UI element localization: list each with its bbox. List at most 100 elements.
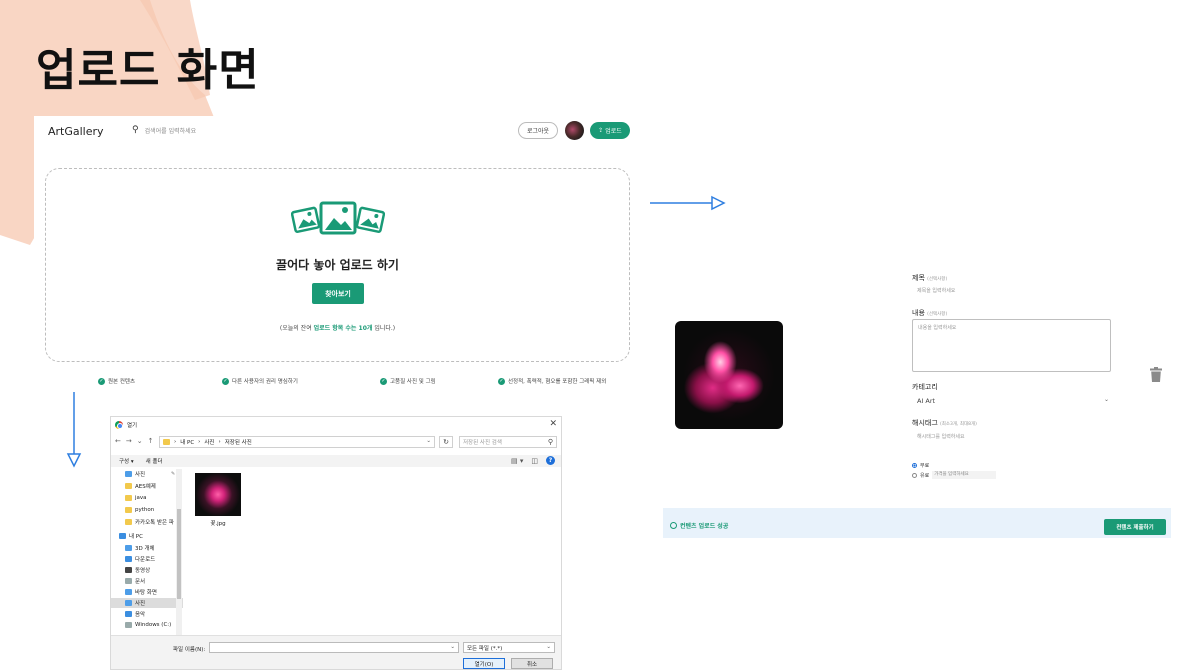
tree-item-label: java — [135, 495, 147, 501]
guideline-list: ✓ 원본 컨텐츠 ✓ 다른 사용자의 권리 명심하기 ✓ 고품질 사진 및 그림 ✓ 선… — [98, 377, 638, 387]
browse-button[interactable]: 찾아보기 — [312, 283, 364, 304]
dialog-titlebar: 열기 — [115, 421, 137, 429]
radio-free[interactable]: 무료 — [912, 462, 929, 469]
cube-icon — [125, 545, 132, 551]
images-icon — [291, 201, 385, 235]
drive-icon — [125, 622, 132, 628]
hashtag-input[interactable]: 해시태그를 입력하세요 — [917, 433, 965, 440]
optional-tag: (선택사항) — [927, 277, 948, 282]
tree-item[interactable]: python — [125, 505, 197, 515]
chevron-down-icon[interactable]: ⌄ — [450, 644, 455, 650]
drop-zone[interactable]: 끌어다 놓아 업로드 하기 찾아보기 (오늘의 잔여 업로드 항목 수는 10개… — [45, 168, 630, 362]
chevron-down-icon[interactable]: ⌄ — [137, 437, 143, 445]
cancel-button[interactable]: 취소 — [511, 658, 553, 669]
video-icon — [125, 567, 132, 573]
search-placeholder: 검색어를 입력하세요 — [144, 127, 197, 135]
category-label: 카테고리 — [912, 383, 938, 391]
chrome-icon — [115, 421, 123, 429]
new-folder-button[interactable]: 새 폴더 — [146, 457, 163, 465]
category-select[interactable]: AI Art — [917, 397, 935, 405]
chevron-down-icon[interactable]: ⌄ — [1104, 396, 1109, 403]
tree-item-label: 동영상 — [135, 568, 151, 574]
close-icon[interactable]: ✕ — [549, 419, 557, 429]
uploaded-image-preview — [675, 321, 783, 429]
price-input[interactable]: 가격을 입력하세요 — [932, 471, 997, 479]
tree-item-label: Windows (C:) — [135, 622, 172, 628]
view-icon[interactable]: ▤ ▾ — [511, 457, 523, 465]
tree-item[interactable]: 카카오톡 받은 파 — [125, 517, 197, 527]
trash-icon[interactable] — [1150, 367, 1162, 382]
tree-item-label: 사진 — [135, 472, 146, 478]
hashtag-hint: (최소3개, 최대8개) — [940, 422, 977, 427]
radio-free-label: 무료 — [920, 463, 930, 469]
chevron-down-icon[interactable]: ⌄ — [426, 438, 431, 444]
filename-input[interactable]: ⌄ — [209, 642, 459, 653]
tree-item-label: 내 PC — [129, 534, 143, 540]
tree-item-label: 바탕 화면 — [135, 590, 157, 596]
tree-item[interactable]: 3D 개체 — [125, 543, 197, 553]
breadcrumb-item[interactable]: 저장된 사진 — [225, 438, 252, 446]
desktop-icon — [125, 589, 132, 595]
submit-content-button[interactable]: 컨텐츠 제출하기 — [1104, 519, 1166, 535]
tree-scrollbar-thumb[interactable] — [177, 509, 181, 599]
upload-status: 컨텐츠 업로드 성공 — [670, 521, 728, 530]
search-bar[interactable]: ⚲ 검색어를 입력하세요 — [132, 125, 196, 135]
upload-button[interactable]: ⇪ 업로드 — [590, 122, 630, 139]
preview-pane-icon[interactable]: ◫ — [531, 457, 538, 465]
dialog-search-placeholder: 저장된 사진 검색 — [463, 440, 502, 446]
organize-menu[interactable]: 구성 ▾ — [119, 457, 134, 465]
nav-arrows: ← → ⌄ ↑ — [115, 437, 154, 445]
music-icon — [125, 611, 132, 617]
toolbar-right: ▤ ▾ ◫ ? — [511, 456, 555, 465]
hashtag-label-text: 해시태그 — [912, 419, 938, 427]
tree-item[interactable]: 바탕 화면 — [125, 587, 197, 597]
tree-item-label: 문서 — [135, 579, 146, 585]
content-label-text: 내용 — [912, 309, 925, 317]
upload-limit-note: (오늘의 잔여 업로드 항목 수는 10개 입니다.) — [46, 323, 629, 332]
tree-item-label: 3D 개체 — [135, 546, 155, 552]
open-button[interactable]: 열기(O) — [463, 658, 505, 669]
guideline-item: ✓ 선정적, 폭력적, 혐오를 포함한 그레픽 제외 — [498, 377, 606, 385]
folder-icon — [163, 439, 170, 445]
back-icon[interactable]: ← — [115, 437, 121, 445]
tree-item[interactable]: java — [125, 493, 197, 503]
tree-item[interactable]: 다운로드 — [125, 554, 197, 564]
title-input[interactable]: 제목을 입력하세요 — [917, 287, 955, 294]
tree-item[interactable]: 음악 — [125, 609, 197, 619]
folder-icon — [125, 519, 132, 525]
refresh-icon[interactable]: ↻ — [439, 436, 453, 448]
hashtag-field-label: 해시태그 (최소3개, 최대8개) — [912, 418, 977, 428]
breadcrumb-item[interactable]: 사진 — [204, 438, 214, 446]
help-icon[interactable]: ? — [546, 456, 555, 465]
logout-button[interactable]: 로그아웃 — [518, 122, 558, 139]
forward-icon[interactable]: → — [126, 437, 132, 445]
check-icon: ✓ — [98, 377, 105, 385]
file-name-label[interactable]: 꽃.jpg — [195, 519, 241, 527]
tree-item[interactable]: 사진 — [125, 469, 197, 479]
tree-item-label: AES예제 — [135, 484, 156, 490]
tree-item-label: 다운로드 — [135, 557, 156, 563]
content-textarea[interactable]: 내용을 입력하세요 — [912, 319, 1111, 372]
tree-item[interactable]: 문서 — [125, 576, 197, 586]
dialog-search-input[interactable]: 저장된 사진 검색 ⚲ — [459, 436, 557, 448]
file-open-dialog: 열기 ✕ ← → ⌄ ↑ › 내 PC › 사진 › 저장된 사진 ⌄ ↻ 저장… — [110, 416, 562, 670]
up-icon[interactable]: ↑ — [148, 437, 154, 445]
check-icon: ✓ — [380, 377, 387, 385]
tree-item-selected[interactable]: 사진 — [111, 598, 183, 608]
document-icon — [125, 578, 132, 584]
radio-paid[interactable]: 유료 가격을 입력하세요 — [912, 471, 997, 479]
tree-item[interactable]: 동영상 — [125, 565, 197, 575]
filetype-select[interactable]: 모든 파일 (*.*) ⌄ — [463, 642, 555, 653]
breadcrumb-item[interactable]: 내 PC — [180, 438, 194, 446]
tree-item[interactable]: Windows (C:) — [125, 620, 197, 630]
tree-item-label: 음악 — [135, 612, 146, 618]
brand-logo[interactable]: ArtGallery — [48, 125, 104, 138]
upload-button-label: 업로드 — [605, 128, 622, 135]
avatar[interactable] — [565, 121, 584, 140]
file-thumbnail[interactable] — [195, 473, 241, 516]
tree-item-label: python — [135, 507, 155, 513]
breadcrumb-sep: › — [198, 439, 201, 445]
status-bar: 컨텐츠 업로드 성공 컨텐츠 제출하기 — [663, 508, 1171, 538]
tree-item[interactable]: AES예제 — [125, 481, 197, 491]
address-bar[interactable]: › 내 PC › 사진 › 저장된 사진 ⌄ — [159, 436, 435, 448]
